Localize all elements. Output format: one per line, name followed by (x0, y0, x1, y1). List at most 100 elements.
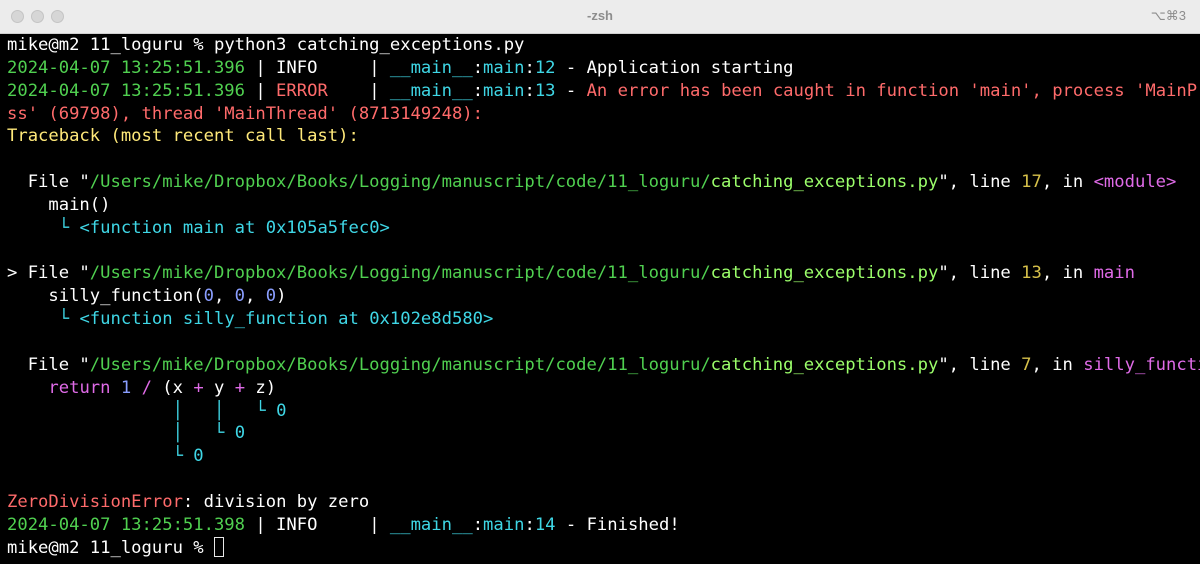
log-separator: | (358, 57, 390, 78)
frame-3-value-z: │ │ └ 0 (7, 400, 1200, 423)
log-level: INFO (276, 514, 359, 535)
code-number: 1 (120, 377, 132, 398)
traceback-frame-3: File "/Users/mike/Dropbox/Books/Logging/… (7, 354, 1200, 377)
window-shortcut: ⌥⌘3 (1150, 8, 1186, 23)
frame-path: /Users/mike/Dropbox/Books/Logging/manusc… (89, 263, 711, 284)
log-function: main (483, 80, 525, 101)
frame-in: , in (1031, 354, 1084, 375)
exception-name: ZeroDivisionError (7, 491, 183, 512)
log-line-info-finished: 2024-04-07 13:25:51.398 | INFO | __main_… (7, 514, 1200, 537)
frame-3-value-x: └ 0 (7, 445, 1200, 468)
traceback-frame-1: File "/Users/mike/Dropbox/Books/Logging/… (7, 171, 1200, 194)
code-number: 0 (203, 286, 214, 307)
frame-2-value: └ <function silly_function at 0x102e8d58… (7, 308, 1200, 331)
log-message: Application starting (586, 57, 794, 78)
frame-prefix: File " (7, 354, 90, 375)
log-message: ss' (69798), thread 'MainThread' (871314… (7, 103, 483, 124)
shell-prompt: mike@m2 11_loguru % (7, 35, 214, 55)
window-title: -zsh (587, 8, 613, 23)
variable-value: <function main at 0x105a5fec0> (69, 217, 390, 238)
frame-2-code: silly_function(0, 0, 0) (7, 285, 1200, 308)
code-paren: ) (276, 286, 287, 307)
log-message: An error has been caught in function 'ma… (586, 80, 1200, 101)
frame-3-value-y: │ └ 0 (7, 422, 1200, 445)
log-timestamp: 2024-04-07 13:25:51.396 (7, 57, 245, 78)
frame-mid: ", line (938, 172, 1022, 193)
traceback-title: Traceback (most recent call last): (7, 126, 359, 147)
terminal-output[interactable]: mike@m2 11_loguru % python3 catching_exc… (0, 34, 1200, 564)
code-number: 0 (265, 286, 277, 307)
exception-line: ZeroDivisionError: division by zero (7, 491, 1200, 514)
exception-message: division by zero (193, 491, 370, 512)
tree-corner-icon: └ (255, 400, 266, 421)
log-message: Finished! (586, 514, 680, 535)
log-separator: | (245, 514, 277, 535)
code-call: silly_function( (7, 286, 204, 307)
log-separator: | (358, 80, 390, 101)
tree-corner-icon: └ (58, 217, 70, 238)
frame-file: catching_exceptions.py (710, 172, 939, 193)
log-timestamp: 2024-04-07 13:25:51.398 (7, 514, 245, 535)
frame-line-number: 7 (1021, 354, 1032, 375)
log-line-error: 2024-04-07 13:25:51.396 | ERROR | __main… (7, 80, 1200, 103)
frame-prefix: > File " (7, 263, 90, 284)
code-line: main() (7, 194, 111, 215)
code-comma: , (213, 286, 235, 307)
tree-corner-icon: └ (58, 309, 70, 330)
code-number: 0 (234, 286, 246, 307)
log-dash: - (555, 80, 587, 101)
tree-bar-icon: │ (213, 400, 225, 421)
log-function: main (483, 57, 525, 78)
frame-function: silly_function (1083, 354, 1200, 375)
variable-value: 0 (224, 423, 246, 444)
code-operator: + (193, 377, 204, 398)
frame-1-code: main() (7, 194, 1200, 217)
frame-mid: ", line (938, 263, 1022, 284)
frame-file: catching_exceptions.py (710, 263, 939, 284)
log-colon: : (472, 57, 484, 78)
log-dash: - (555, 57, 587, 78)
log-colon: : (524, 514, 535, 535)
log-colon: : (472, 80, 484, 101)
code-comma: , (245, 286, 266, 307)
tree-bar-icon: │ (172, 400, 183, 421)
frame-line-number: 13 (1021, 263, 1042, 284)
frame-file: catching_exceptions.py (710, 354, 939, 375)
traceback-header: Traceback (most recent call last): (7, 125, 1200, 148)
tree-corner-icon: └ (172, 446, 183, 467)
log-level: INFO (276, 57, 359, 78)
frame-function: <module> (1093, 172, 1177, 193)
log-colon: : (472, 514, 484, 535)
exception-colon: : (182, 491, 194, 512)
text-cursor[interactable] (213, 536, 224, 557)
frame-function: main (1093, 263, 1135, 284)
code-expression: y (203, 377, 235, 398)
log-colon: : (524, 57, 535, 78)
title-bar: -zsh ⌥⌘3 (0, 0, 1200, 34)
variable-value: <function silly_function at 0x102e8d580> (69, 309, 494, 330)
log-line-number: 12 (534, 57, 556, 78)
frame-path: /Users/mike/Dropbox/Books/Logging/manusc… (89, 172, 711, 193)
tree-corner-icon: └ (213, 423, 225, 444)
log-module: __main__ (389, 514, 473, 535)
log-dash: - (555, 514, 587, 535)
terminal-window: -zsh ⌥⌘3 mike@m2 11_loguru % python3 cat… (0, 0, 1200, 564)
log-line-info: 2024-04-07 13:25:51.396 | INFO | __main_… (7, 57, 1200, 80)
prompt-line[interactable]: mike@m2 11_loguru % (7, 536, 1200, 560)
log-line-number: 13 (534, 80, 556, 101)
log-separator: | (358, 514, 390, 535)
log-function: main (483, 514, 525, 535)
frame-in: , in (1041, 172, 1094, 193)
log-level: ERROR (276, 80, 359, 101)
